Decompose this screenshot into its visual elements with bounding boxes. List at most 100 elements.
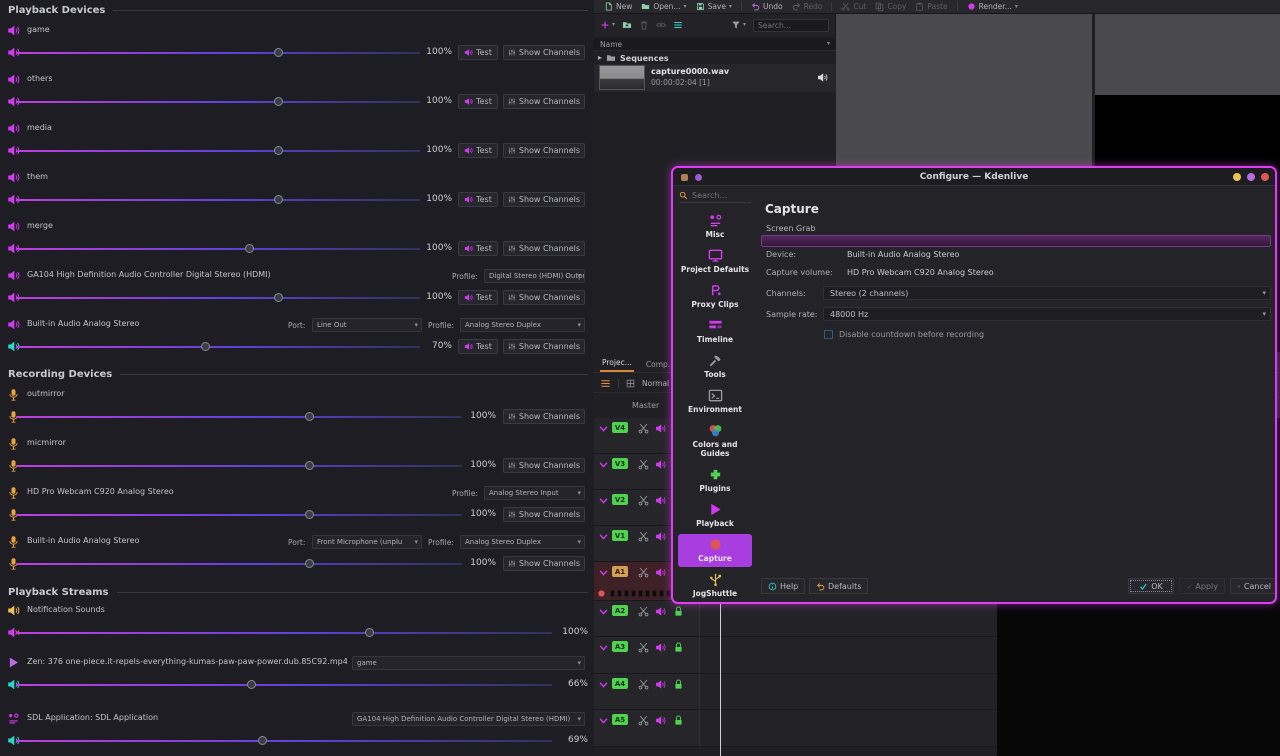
output-device-select[interactable]: GA104 High Definition Audio Controller D… — [352, 712, 585, 726]
show-channels-button[interactable]: Show Channels — [503, 290, 585, 305]
settings-search[interactable] — [679, 191, 751, 203]
test-button[interactable]: Test — [458, 45, 498, 60]
add-clip-icon[interactable] — [600, 20, 610, 30]
collapse-chevron-icon[interactable] — [598, 715, 609, 726]
track-tag[interactable]: A4 — [612, 678, 628, 689]
slider-handle[interactable] — [245, 244, 255, 253]
track-mute-icon[interactable] — [655, 531, 666, 542]
track-lane[interactable] — [700, 674, 997, 710]
track-cut-icon[interactable] — [638, 495, 649, 506]
capture-path-field[interactable] — [761, 235, 1271, 247]
slider-handle[interactable] — [305, 412, 315, 421]
slider-handle[interactable] — [273, 146, 283, 155]
settings-nav-jogshuttle[interactable]: JogShuttle — [678, 569, 752, 602]
defaults-button[interactable]: Defaults — [809, 578, 869, 594]
volume-slider[interactable] — [16, 146, 420, 155]
port-select[interactable]: Line Out — [312, 318, 422, 332]
cut-button[interactable]: Cut — [841, 2, 866, 11]
track-lock-icon[interactable] — [673, 606, 684, 617]
track-mute-icon[interactable] — [655, 567, 666, 578]
volume-slider[interactable] — [16, 510, 462, 519]
track-cut-icon[interactable] — [638, 606, 649, 617]
track-mute-icon[interactable] — [655, 715, 666, 726]
profile-select[interactable]: Digital Stereo (HDMI) Output — [484, 269, 585, 283]
track-lane[interactable] — [700, 710, 997, 747]
help-button[interactable]: Help — [761, 578, 806, 594]
volume-slider[interactable] — [16, 195, 420, 204]
create-folder-icon[interactable] — [622, 20, 632, 30]
settings-nav-proxy-clips[interactable]: Proxy Clips — [678, 280, 752, 313]
collapse-chevron-icon[interactable] — [598, 567, 609, 578]
volume-slider[interactable] — [16, 559, 462, 568]
profile-select[interactable]: Analog Stereo Duplex — [460, 318, 585, 332]
copy-button[interactable]: Copy — [875, 2, 906, 11]
view-mode-icon[interactable] — [673, 20, 683, 30]
slider-handle[interactable] — [273, 195, 283, 204]
bin-search-input[interactable] — [753, 18, 829, 32]
track-cut-icon[interactable] — [638, 679, 649, 690]
bin-clip-row[interactable]: capture0000.wav 00:00:02:04 [1] — [594, 64, 836, 92]
show-channels-button[interactable]: Show Channels — [503, 192, 585, 207]
volume-slider[interactable] — [16, 680, 552, 689]
track-mute-icon[interactable] — [655, 423, 666, 434]
output-device-select[interactable]: game — [352, 656, 585, 670]
port-select[interactable]: Front Microphone (unplu — [312, 535, 422, 549]
settings-nav-misc[interactable]: Misc — [678, 210, 752, 243]
expand-triangle-icon[interactable]: ▸ — [598, 54, 602, 62]
settings-nav-playback[interactable]: Playback — [678, 499, 752, 532]
track-cut-icon[interactable] — [638, 459, 649, 470]
test-button[interactable]: Test — [458, 192, 498, 207]
slider-handle[interactable] — [305, 461, 315, 470]
timeline-menu-icon[interactable] — [600, 378, 611, 389]
settings-search-input[interactable] — [692, 191, 744, 200]
settings-nav-project-defaults[interactable]: Project Defaults — [678, 245, 752, 278]
open-button[interactable]: Open... ▾ — [641, 2, 687, 11]
track-lock-icon[interactable] — [673, 642, 684, 653]
collapse-chevron-icon[interactable] — [598, 679, 609, 690]
slider-handle[interactable] — [257, 736, 267, 745]
track-lock-icon[interactable] — [673, 679, 684, 690]
volume-slider[interactable] — [16, 412, 462, 421]
track-cut-icon[interactable] — [638, 531, 649, 542]
collapse-chevron-icon[interactable] — [598, 459, 609, 470]
track-lane[interactable] — [700, 637, 997, 674]
track-tag[interactable]: A3 — [612, 641, 628, 652]
track-cut-icon[interactable] — [638, 423, 649, 434]
show-channels-button[interactable]: Show Channels — [503, 507, 585, 522]
slider-handle[interactable] — [305, 510, 315, 519]
show-channels-button[interactable]: Show Channels — [503, 241, 585, 256]
collapse-chevron-icon[interactable] — [598, 495, 609, 506]
channels-select[interactable]: Stereo (2 channels) — [823, 286, 1271, 300]
show-channels-button[interactable]: Show Channels — [503, 556, 585, 571]
slider-handle[interactable] — [305, 559, 315, 568]
samplerate-select[interactable]: 48000 Hz — [823, 307, 1271, 321]
volume-slider[interactable] — [16, 293, 420, 302]
track-tag[interactable]: V1 — [612, 530, 628, 541]
settings-nav-tools[interactable]: Tools — [678, 350, 752, 383]
test-button[interactable]: Test — [458, 241, 498, 256]
bin-column-header[interactable]: Name ▾ — [594, 38, 836, 51]
settings-nav-capture[interactable]: Capture — [678, 534, 752, 567]
tab-screen-grab[interactable]: Screen Grab — [766, 224, 816, 233]
delete-icon[interactable] — [639, 20, 649, 30]
show-channels-button[interactable]: Show Channels — [503, 458, 585, 473]
test-button[interactable]: Test — [458, 143, 498, 158]
track-mute-icon[interactable] — [655, 606, 666, 617]
test-button[interactable]: Test — [458, 290, 498, 305]
cancel-button[interactable]: Cancel — [1230, 578, 1275, 594]
slider-handle[interactable] — [246, 680, 256, 689]
track-lock-icon[interactable] — [673, 715, 684, 726]
track-header[interactable]: A5 — [594, 710, 700, 747]
filter-funnel-icon[interactable] — [731, 20, 741, 30]
collapse-chevron-icon[interactable] — [598, 423, 609, 434]
track-mute-icon[interactable] — [655, 642, 666, 653]
render-button[interactable]: Render... ▾ — [967, 2, 1018, 11]
volume-slider[interactable] — [16, 342, 420, 351]
volume-slider[interactable] — [16, 244, 420, 253]
profile-select[interactable]: Analog Stereo Duplex — [460, 535, 585, 549]
minimize-button[interactable] — [1233, 173, 1241, 181]
window-pin-icon[interactable] — [695, 173, 702, 181]
slider-handle[interactable] — [200, 342, 210, 351]
track-tag[interactable]: V3 — [612, 458, 628, 469]
slider-handle[interactable] — [273, 97, 283, 106]
